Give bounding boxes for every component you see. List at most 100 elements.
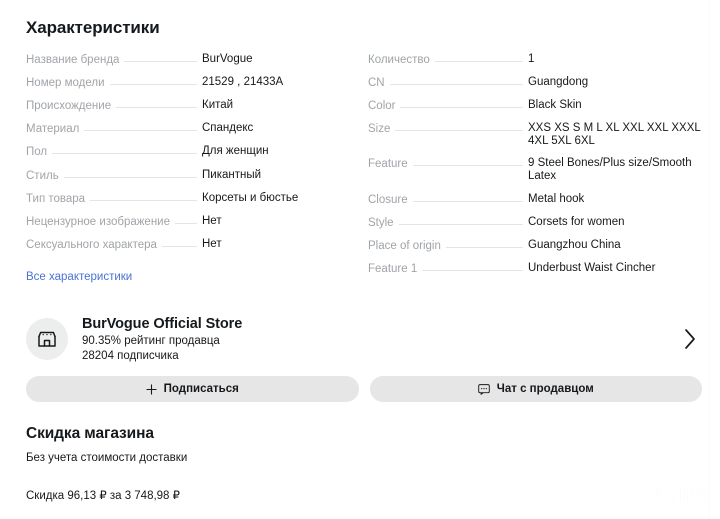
spec-leader-line [400,107,523,108]
spec-row: Название бренда BurVogue [26,48,350,71]
storefront-icon [26,318,68,360]
subscribe-button-label: Подписаться [164,383,239,395]
spec-leader-line [390,84,523,85]
store-rating: 90.35% рейтинг продавца [82,334,682,349]
spec-row: Нецензурное изображение Нет [26,210,350,233]
spec-leader-line [64,177,197,178]
spec-value: Пикантный [202,169,350,182]
spec-label: CN [368,76,385,90]
spec-value: Corsets for women [528,216,704,229]
spec-label: Сексуального характера [26,238,157,252]
spec-value: Guangzhou China [528,239,704,252]
spec-leader-line [395,130,523,131]
specifications-grid: Название бренда BurVogue Номер модели 21529… [0,38,720,281]
spec-value: Спандекс [202,122,350,135]
spec-leader-line [413,165,523,166]
spec-row: Происхождение Китай [26,94,350,117]
spec-value: Нет [202,238,350,251]
spec-label: Style [368,216,394,230]
store-followers: 28204 подписчика [82,349,682,364]
spec-row: CN Guangdong [368,71,704,94]
chat-with-seller-button[interactable]: Чат с продавцом [370,376,703,402]
store-action-buttons: Подписаться Чат с продавцом [26,376,702,402]
spec-value: Корсеты и бюстье [202,192,350,205]
spec-row: Closure Metal hook [368,188,704,211]
spec-leader-line [110,84,197,85]
spec-label: Пол [26,145,47,159]
store-card[interactable]: BurVogue Official Store 90.35% рейтинг п… [0,308,720,370]
spec-leader-line [52,153,197,154]
chat-bubble-icon [478,384,490,395]
spec-label: Feature [368,157,408,171]
spec-leader-line [90,200,197,201]
spec-label: Номер модели [26,76,105,90]
spec-value: Black Skin [528,99,704,112]
store-name: BurVogue Official Store [82,315,682,333]
specifications-column-left: Название бренда BurVogue Номер модели 21529… [0,48,360,281]
spec-value: Underbust Waist Cincher [528,262,704,275]
page-title: Характеристики [0,0,720,38]
spec-value: Для женщин [202,145,350,158]
subscribe-button[interactable]: Подписаться [26,376,359,402]
spec-label: Closure [368,193,408,207]
avito-logo-icon [619,482,645,508]
spec-row: Тип товара Корсеты и бюстье [26,187,350,210]
chat-button-label: Чат с продавцом [497,383,594,395]
spec-row: Сексуального характера Нет [26,234,350,257]
chevron-right-icon[interactable] [682,326,698,352]
spec-leader-line [116,107,197,108]
spec-value: Нет [202,215,350,228]
spec-value: BurVogue [202,53,350,66]
spec-label: Стиль [26,169,59,183]
discount-amount: Скидка 96,13 ₽ за 3 748,98 ₽ [26,488,426,502]
spec-row: Color Black Skin [368,94,704,117]
spec-label: Place of origin [368,239,441,253]
spec-leader-line [124,61,197,62]
store-discount-section: Скидка магазина Без учета стоимости дост… [26,425,426,502]
product-details-screen: Характеристики Название бренда BurVogue Но… [0,0,720,519]
store-info: BurVogue Official Store 90.35% рейтинг п… [82,315,682,364]
spec-row: Количество 1 [368,48,704,71]
avito-watermark: Avito [619,480,708,509]
spec-value: Guangdong [528,76,704,89]
spec-label: Материал [26,122,79,136]
spec-leader-line [422,270,523,271]
spec-leader-line [162,246,197,247]
spec-row: Стиль Пикантный [26,164,350,187]
spec-row: Feature 9 Steel Bones/Plus size/Smooth La… [368,153,704,188]
spec-row: Материал Спандекс [26,118,350,141]
spec-leader-line [446,247,523,248]
spec-row: Style Corsets for women [368,211,704,234]
spec-label: Feature 1 [368,262,417,276]
spec-value: Китай [202,99,350,112]
spec-row: Номер модели 21529 , 21433A [26,71,350,94]
plus-icon [146,384,157,395]
spec-row: Feature 1 Underbust Waist Cincher [368,258,704,281]
discount-subtitle: Без учета стоимости доставки [26,452,426,464]
spec-label: Тип товара [26,192,85,206]
specifications-section: Характеристики Название бренда BurVogue Но… [0,0,720,281]
spec-label: Нецензурное изображение [26,215,170,229]
spec-leader-line [413,201,523,202]
avito-watermark-text: Avito [649,480,708,509]
specifications-column-right: Количество 1 CN Guangdong Color Black Skin Siz… [360,48,720,281]
spec-leader-line [84,130,197,131]
spec-value: 21529 , 21433A [202,76,350,89]
spec-label: Происхождение [26,99,111,113]
spec-row: Size XXS XS S M L XL XXL XXL XXXL 4XL 5XL… [368,118,704,153]
spec-value: XXS XS S M L XL XXL XXL XXXL 4XL 5XL 6XL [528,122,704,148]
spec-value: 1 [528,53,704,66]
discount-title: Скидка магазина [26,425,426,443]
spec-leader-line [399,224,523,225]
spec-label: Название бренда [26,53,119,67]
spec-label: Количество [368,53,430,67]
spec-leader-line [175,223,197,224]
all-specifications-link[interactable]: Все характеристики [26,271,132,283]
spec-row: Place of origin Guangzhou China [368,234,704,257]
spec-value: Metal hook [528,193,704,206]
spec-value: 9 Steel Bones/Plus size/Smooth Latex [528,157,704,183]
spec-row: Пол Для женщин [26,141,350,164]
spec-label: Color [368,99,395,113]
spec-label: Size [368,122,390,136]
spec-leader-line [435,61,523,62]
